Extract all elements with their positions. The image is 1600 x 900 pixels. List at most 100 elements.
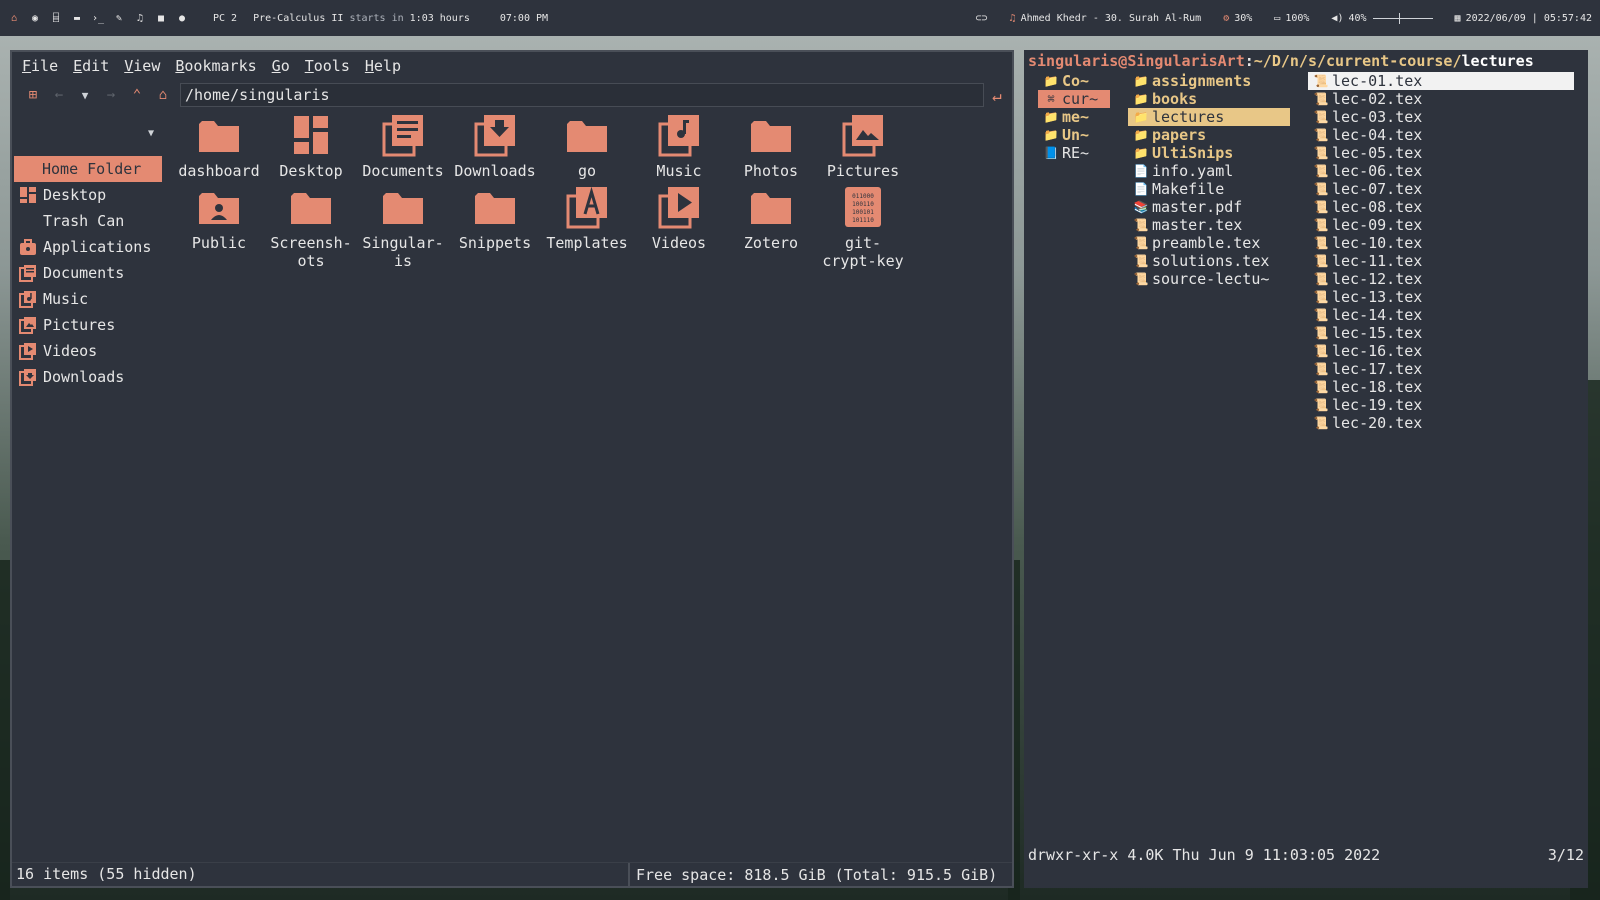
sidebar-item-music[interactable]: Music (14, 286, 162, 312)
file-item[interactable]: Singular- is (356, 184, 450, 270)
ranger-current-column: 📁 assignments 📁 books 📁 lectures 📁 papers 📁 UltiS… (1128, 72, 1290, 288)
ranger-entry[interactable]: 📁 books (1128, 90, 1290, 108)
menu-file[interactable]: File (22, 57, 58, 75)
sidebar-item-downloads[interactable]: Downloads (14, 364, 162, 390)
entry-label: lec-05.tex (1332, 144, 1423, 162)
folder-icon[interactable]: ▬ (71, 12, 83, 24)
edit-icon[interactable]: ✎ (113, 12, 125, 24)
ranger-entry[interactable]: 📁 Un~ (1038, 126, 1110, 144)
ranger-entry[interactable]: 📜 lec-17.tex (1308, 360, 1574, 378)
ranger-entry[interactable]: 📜 lec-08.tex (1308, 198, 1574, 216)
ranger-entry[interactable]: 📜 lec-18.tex (1308, 378, 1574, 396)
ranger-entry[interactable]: 📜 lec-15.tex (1308, 324, 1574, 342)
public-icon (172, 184, 266, 230)
ranger-entry[interactable]: 📁 assignments (1128, 72, 1290, 90)
ranger-entry[interactable]: 📜 preamble.tex (1128, 234, 1290, 252)
home-folder-icon[interactable]: ⌂ (150, 84, 176, 106)
file-item[interactable]: 011000 100110 100101 101110 git- crypt-key (816, 184, 910, 270)
music-status[interactable]: ♫ Ahmed Khedr - 30. Surah Al-Rum (1010, 13, 1202, 24)
history-dropdown-icon[interactable]: ▼ (72, 84, 98, 106)
ranger-entry[interactable]: 📘 RE~ (1038, 144, 1110, 162)
file-item[interactable]: Public (172, 184, 266, 252)
ranger-entry[interactable]: 📜 master.tex (1128, 216, 1290, 234)
up-icon[interactable]: ⌃ (124, 84, 150, 106)
ranger-entry[interactable]: 📜 lec-01.tex (1308, 72, 1574, 90)
file-item[interactable]: Snippets (448, 184, 542, 252)
file-item[interactable]: Desktop (264, 112, 358, 180)
path-bar[interactable]: /home/singularis (180, 83, 984, 107)
ranger-entry[interactable]: 📚 master.pdf (1128, 198, 1290, 216)
file-item[interactable]: Music (632, 112, 726, 180)
menu-edit[interactable]: Edit (73, 57, 109, 75)
sidebar-item-applications[interactable]: Applications (14, 234, 162, 260)
file-item[interactable]: Photos (724, 112, 818, 180)
sidebar-item-home[interactable]: Home Folder (14, 156, 162, 182)
home-icon[interactable]: ⌂ (8, 12, 20, 24)
new-tab-icon[interactable]: ⊞ (20, 84, 46, 106)
file-item-label: Photos (743, 162, 799, 180)
sidebar-dropdown-icon[interactable]: ▼ (148, 128, 154, 139)
volume-slider[interactable] (1372, 12, 1433, 24)
menu-bookmarks[interactable]: Bookmarks (175, 57, 256, 75)
file-item[interactable]: dashboard (172, 112, 266, 180)
chat-icon[interactable]: ● (176, 12, 188, 24)
entry-icon: 📜 (1313, 218, 1329, 232)
menu-tools[interactable]: Tools (305, 57, 350, 75)
file-item[interactable]: Pictures (816, 112, 910, 180)
menu-view[interactable]: View (124, 57, 160, 75)
ranger-entry[interactable]: 📁 UltiSnips (1128, 144, 1290, 162)
ranger-entry[interactable]: 📁 papers (1128, 126, 1290, 144)
file-item[interactable]: Templates (540, 184, 634, 252)
ranger-entry[interactable]: 📜 lec-02.tex (1308, 90, 1574, 108)
ranger-entry[interactable]: 📄 info.yaml (1128, 162, 1290, 180)
ranger-entry[interactable]: 📜 lec-11.tex (1308, 252, 1574, 270)
menu-help[interactable]: Help (365, 57, 401, 75)
ranger-entry[interactable]: 📜 lec-07.tex (1308, 180, 1574, 198)
file-item[interactable]: Screensh- ots (264, 184, 358, 270)
menu-go[interactable]: Go (272, 57, 290, 75)
file-item[interactable]: Downloads (448, 112, 542, 180)
file-item[interactable]: Documents (356, 112, 450, 180)
ranger-entry[interactable]: 📜 lec-03.tex (1308, 108, 1574, 126)
entry-icon: 📜 (1313, 92, 1329, 106)
file-item[interactable]: Videos (632, 184, 726, 252)
ranger-entry[interactable]: 📜 lec-04.tex (1308, 126, 1574, 144)
sidebar-item-videos[interactable]: Videos (14, 338, 162, 364)
ranger-entry[interactable]: 📜 lec-14.tex (1308, 306, 1574, 324)
music-icon[interactable]: ♫ (134, 12, 146, 24)
ranger-entry[interactable]: 📁 Co~ (1038, 72, 1110, 90)
go-icon[interactable]: ↵ (992, 86, 1002, 105)
sidebar-item-pictures[interactable]: Pictures (14, 312, 162, 338)
ranger-entry[interactable]: 📜 lec-16.tex (1308, 342, 1574, 360)
ranger-entry[interactable]: 📜 lec-19.tex (1308, 396, 1574, 414)
bank-icon[interactable]: ⌸ (50, 12, 62, 24)
sidebar-item-trash[interactable]: Trash Can (14, 208, 162, 234)
file-item[interactable]: go (540, 112, 634, 180)
forward-icon[interactable]: → (98, 84, 124, 106)
ranger-entry[interactable]: 📁 me~ (1038, 108, 1110, 126)
sidebar-item-label: Music (43, 290, 89, 308)
sidebar-item-documents[interactable]: Documents (14, 260, 162, 286)
volume-status[interactable]: ◀) 40% (1331, 12, 1433, 24)
ranger-entry[interactable]: 📜 lec-09.tex (1308, 216, 1574, 234)
ranger-entry[interactable]: 📜 lec-06.tex (1308, 162, 1574, 180)
back-icon[interactable]: ← (46, 84, 72, 106)
ranger-entry[interactable]: 📜 lec-12.tex (1308, 270, 1574, 288)
ranger-entry[interactable]: ⌘ cur~ (1038, 90, 1110, 108)
sidebar-item-desktop[interactable]: Desktop (14, 182, 162, 208)
toggle-icon[interactable]: ⊂⊃ (976, 13, 988, 24)
folder-icon (448, 184, 542, 230)
globe-icon[interactable]: ◉ (29, 12, 41, 24)
ranger-entry[interactable]: 📄 Makefile (1128, 180, 1290, 198)
ranger-entry[interactable]: 📜 source-lectu~ (1128, 270, 1290, 288)
ranger-entry[interactable]: 📜 lec-20.tex (1308, 414, 1574, 432)
ranger-entry[interactable]: 📁 lectures (1128, 108, 1290, 126)
file-item[interactable]: Zotero (724, 184, 818, 252)
ranger-entry[interactable]: 📜 lec-13.tex (1308, 288, 1574, 306)
ranger-entry[interactable]: 📜 lec-10.tex (1308, 234, 1574, 252)
video-icon[interactable]: ■ (155, 12, 167, 24)
terminal-icon[interactable]: ›_ (92, 12, 104, 24)
ranger-entry[interactable]: 📜 solutions.tex (1128, 252, 1290, 270)
workspace-label[interactable]: PC 2 (213, 13, 237, 24)
ranger-entry[interactable]: 📜 lec-05.tex (1308, 144, 1574, 162)
